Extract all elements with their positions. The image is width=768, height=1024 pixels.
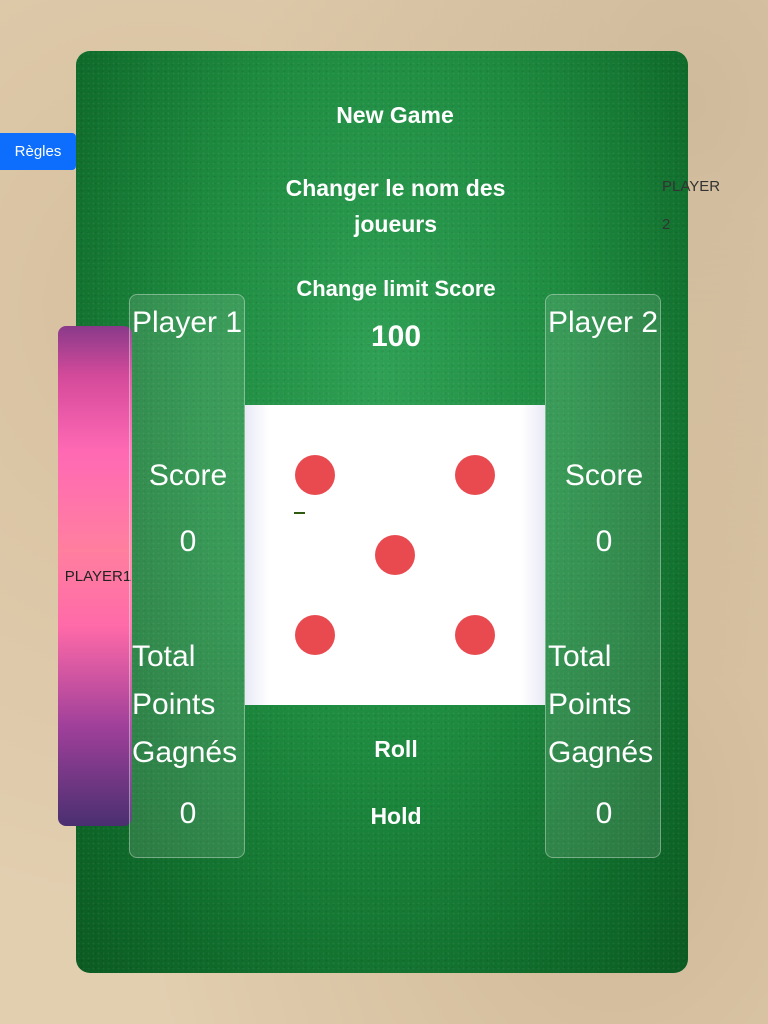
underscore-mark [294, 512, 305, 514]
player1-score-label: Score [148, 459, 228, 492]
player2-score-value: 0 [595, 525, 613, 558]
rename-players-button[interactable]: Changer le nom des joueurs [258, 170, 533, 242]
player1-name: Player 1 [132, 306, 243, 339]
dice [245, 405, 545, 705]
player2-total-value: 0 [595, 797, 613, 830]
rules-button[interactable]: Règles [0, 133, 76, 170]
dice-pip-bottom-left [295, 615, 335, 655]
player2-panel: Player 2 Score 0 Total Points Gagnés 0 [545, 294, 661, 858]
player2-total-label: Total Points Gagnés [548, 640, 654, 769]
active-player-label: PLAYER1 [64, 567, 132, 585]
change-limit-score-button[interactable]: Change limit Score [266, 276, 526, 302]
player2-score-label: Score [564, 459, 644, 492]
dice-pip-top-left [295, 455, 335, 495]
hold-button[interactable]: Hold [346, 803, 446, 830]
player1-panel: Player 1 Score 0 Total Points Gagnés 0 [129, 294, 245, 858]
player1-score-value: 0 [179, 525, 197, 558]
player2-tag: PLAYER 2 [662, 178, 721, 233]
player1-total-label: Total Points Gagnés [132, 640, 238, 769]
active-player-indicator: PLAYER1 [58, 326, 132, 826]
dice-pip-top-right [455, 455, 495, 495]
dice-pip-bottom-right [455, 615, 495, 655]
new-game-button[interactable]: New Game [330, 102, 460, 129]
player2-name: Player 2 [548, 306, 659, 339]
player1-total-value: 0 [179, 797, 197, 830]
dice-pip-center [375, 535, 415, 575]
roll-button[interactable]: Roll [346, 736, 446, 763]
limit-score-value: 100 [370, 320, 422, 353]
